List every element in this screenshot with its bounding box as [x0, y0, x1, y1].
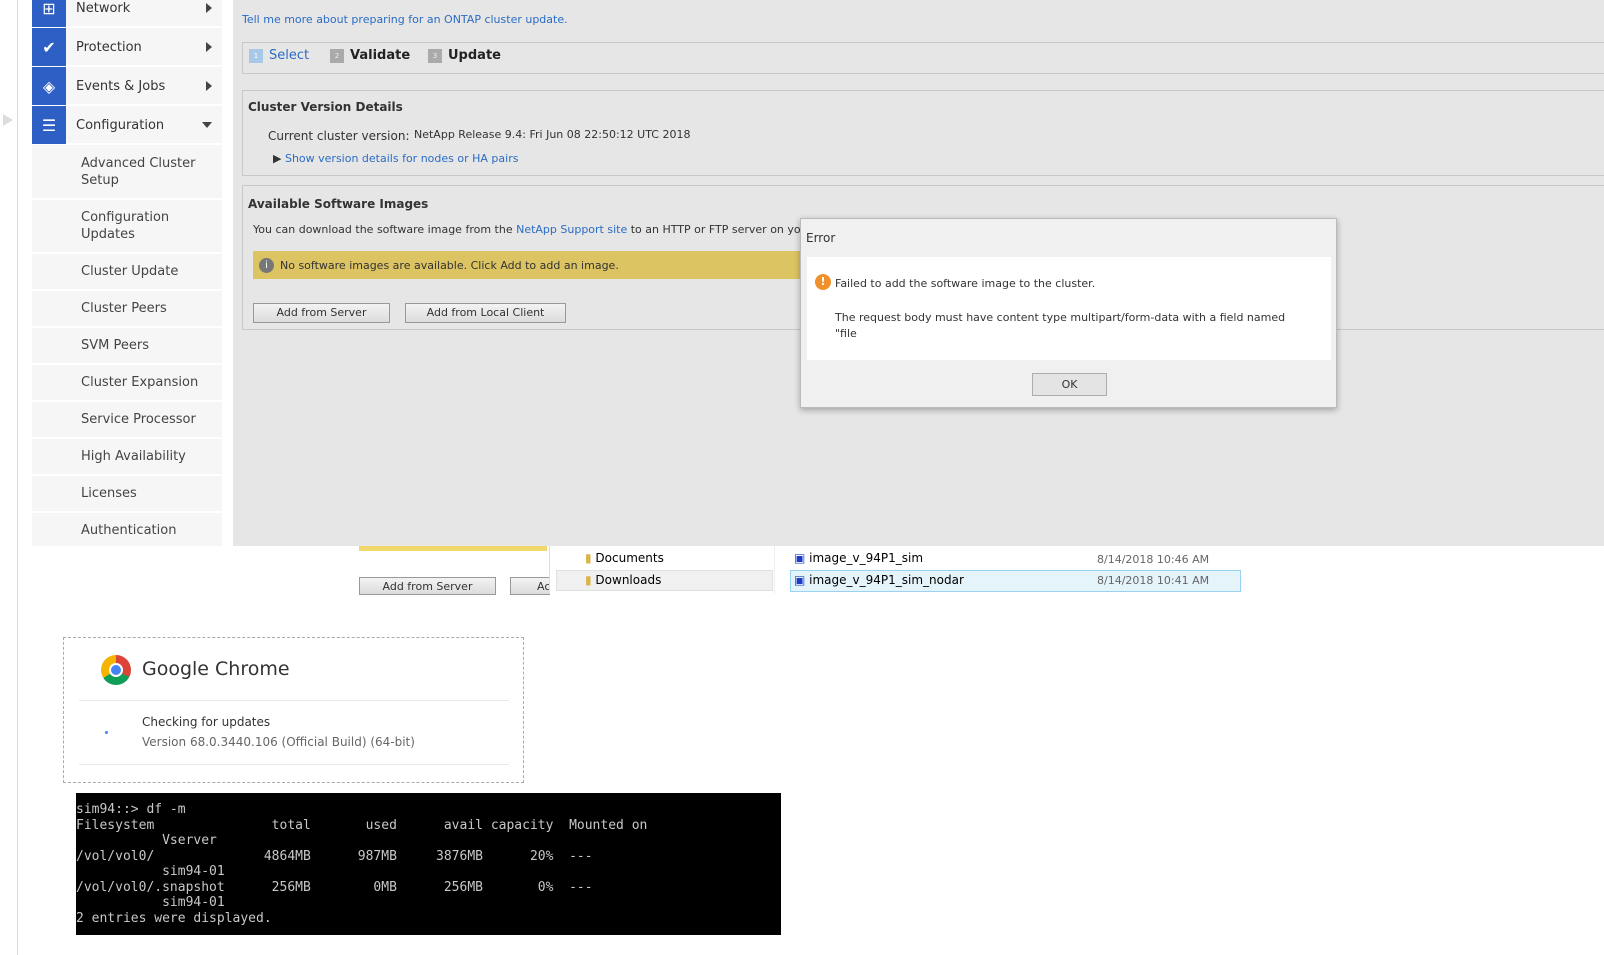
terminal-output: sim94::> df -m Filesystem total used avai…: [76, 793, 781, 935]
file-name: image_v_94P1_sim: [809, 551, 924, 565]
netapp-support-link[interactable]: NetApp Support site: [516, 223, 627, 236]
chevron-right-icon: [206, 81, 212, 91]
sidebar-item-network[interactable]: ⊞ Network: [32, 0, 222, 28]
loading-spinner-icon: [105, 731, 108, 734]
folder-icon: ▮: [585, 551, 596, 565]
info-icon: i: [259, 257, 274, 273]
sidebar-subitem-svm-peers[interactable]: SVM Peers: [32, 328, 222, 365]
show-version-details[interactable]: ▶ Show version details for nodes or HA p…: [273, 152, 518, 165]
sidebar: ⊞ Network ✔ Protection ◈ Events & Jobs ☰ Con…: [32, 0, 222, 550]
sidebar-item-label: Protection: [76, 39, 142, 55]
step-number: 2: [330, 48, 344, 63]
terminal-line: sim94-01: [76, 895, 225, 910]
step-label: Validate: [350, 48, 411, 63]
desc-text: You can download the software image from…: [253, 223, 517, 236]
dialog-body: ! Failed to add the software image to th…: [807, 257, 1331, 360]
notice-text: No software images are available. Click …: [280, 258, 619, 272]
sidebar-subitem-authentication[interactable]: Authentication: [32, 513, 222, 550]
sidebar-item-events-jobs[interactable]: ◈ Events & Jobs: [32, 67, 222, 106]
add-from-server-button-fragment[interactable]: Add from Server: [359, 577, 496, 595]
sidebar-subitem-cluster-update[interactable]: Cluster Update: [32, 254, 222, 291]
step-update[interactable]: 3 Update: [428, 48, 501, 63]
terminal-line: /vol/vol0/ 4864MB 987MB 3876MB 20% ---: [76, 848, 593, 864]
chrome-title: Google Chrome: [142, 658, 290, 680]
show-version-details-link[interactable]: Show version details for nodes or HA pai…: [285, 152, 518, 165]
current-version-label: Current cluster version:: [268, 129, 410, 143]
file-icon: ▣: [794, 551, 810, 565]
folder-documents[interactable]: ▮ Documents: [585, 551, 664, 565]
current-version-value: NetApp Release 9.4: Fri Jun 08 22:50:12 …: [414, 128, 691, 141]
shield-icon: ✔: [32, 28, 66, 66]
chrome-version: Version 68.0.3440.106 (Official Build) (…: [142, 735, 415, 749]
chrome-about-box: Google Chrome Checking for updates Versi…: [63, 637, 524, 783]
chevron-down-icon: [202, 122, 212, 128]
notice-strip-fragment: [359, 546, 547, 551]
chrome-logo-icon: [101, 655, 131, 685]
file-name: image_v_94P1_sim_nodar: [809, 573, 964, 587]
error-dialog: Error ! Failed to add the software image…: [800, 218, 1337, 408]
terminal-line: /vol/vol0/.snapshot 256MB 0MB 256MB 0% -…: [76, 879, 593, 895]
file-row[interactable]: ▣ image_v_94P1_sim: [794, 551, 923, 565]
folder-label: Downloads: [595, 573, 662, 587]
cluster-version-title: Cluster Version Details: [248, 100, 403, 114]
sidebar-subitem-advanced-cluster-setup[interactable]: Advanced Cluster Setup: [32, 146, 222, 200]
file-row[interactable]: ▣ image_v_94P1_sim_nodar: [794, 573, 964, 587]
sidebar-subitem-licenses[interactable]: Licenses: [32, 476, 222, 513]
sidebar-item-label: Network: [76, 0, 131, 16]
sidebar-item-protection[interactable]: ✔ Protection: [32, 28, 222, 67]
error-message: Failed to add the software image to the …: [835, 277, 1096, 290]
sidebar-subitem-high-availability[interactable]: High Availability: [32, 439, 222, 476]
triangle-right-icon: ▶: [273, 152, 285, 165]
sidebar-subitem-cluster-peers[interactable]: Cluster Peers: [32, 291, 222, 328]
warning-icon: !: [815, 274, 831, 290]
left-strip: [0, 0, 18, 955]
terminal-line: sim94-01: [76, 864, 225, 879]
step-number: 1: [249, 48, 263, 63]
terminal-line: Filesystem total used avail capacity Mou…: [76, 817, 648, 833]
chevron-right-icon: [206, 42, 212, 52]
sidebar-subitem-service-processor[interactable]: Service Processor: [32, 402, 222, 439]
collapse-sidebar-icon[interactable]: [3, 114, 13, 126]
network-icon: ⊞: [32, 0, 66, 27]
terminal-line: 2 entries were displayed.: [76, 910, 272, 926]
add-from-local-client-button[interactable]: Add from Local Client: [405, 303, 566, 323]
divider: [79, 764, 509, 765]
divider: [79, 700, 509, 701]
divider: [774, 546, 775, 594]
sidebar-subitem-cluster-expansion[interactable]: Cluster Expansion: [32, 365, 222, 402]
folder-downloads[interactable]: ▮ Downloads: [585, 573, 661, 587]
add-from-local-button-fragment[interactable]: Ac: [510, 577, 550, 595]
step-label: Update: [448, 48, 501, 63]
step-validate[interactable]: 2 Validate: [330, 48, 410, 63]
update-status: Checking for updates: [142, 715, 271, 729]
sidebar-item-configuration[interactable]: ☰ Configuration: [32, 106, 222, 145]
file-date: 8/14/2018 10:46 AM: [1097, 553, 1210, 566]
layers-icon: ◈: [32, 67, 66, 105]
sliders-icon: ☰: [32, 106, 66, 144]
software-images-title: Available Software Images: [248, 197, 429, 211]
step-select[interactable]: 1 Select: [249, 48, 309, 63]
dialog-title: Error: [806, 231, 836, 245]
step-number: 3: [428, 48, 442, 63]
error-detail: The request body must have content type …: [835, 311, 1286, 340]
step-label: Select: [269, 48, 310, 63]
terminal-line: sim94::> df -m: [76, 802, 186, 817]
file-date: 8/14/2018 10:41 AM: [1097, 574, 1210, 587]
help-link[interactable]: Tell me more about preparing for an ONTA…: [242, 13, 568, 26]
downloads-folder-icon: ▮: [585, 573, 596, 587]
sidebar-item-label: Events & Jobs: [76, 78, 166, 94]
folder-label: Documents: [595, 551, 664, 565]
add-from-server-button[interactable]: Add from Server: [253, 303, 390, 323]
divider: [549, 546, 550, 594]
sidebar-subitem-configuration-updates[interactable]: Configuration Updates: [32, 200, 222, 254]
terminal-line: Vserver: [76, 833, 217, 848]
no-images-notice: i No software images are available. Click…: [253, 251, 813, 279]
chevron-right-icon: [206, 3, 212, 13]
software-images-description: You can download the software image from…: [253, 223, 854, 236]
sidebar-item-label: Configuration: [76, 117, 165, 133]
ok-button[interactable]: OK: [1032, 373, 1107, 396]
file-icon: ▣: [794, 573, 810, 587]
